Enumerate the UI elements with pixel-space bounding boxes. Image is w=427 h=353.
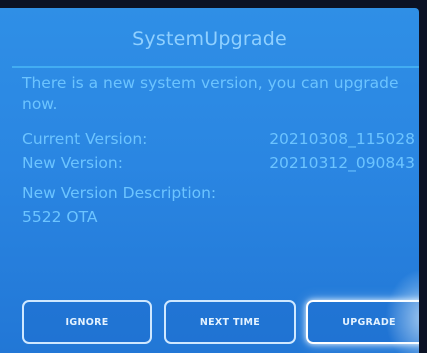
upgrade-message: There is a new system version, you can u… bbox=[22, 74, 399, 113]
current-version-label: Current Version: bbox=[22, 130, 148, 148]
new-version-description-value: 5522 OTA bbox=[22, 208, 98, 226]
new-version-label: New Version: bbox=[22, 154, 123, 172]
system-upgrade-dialog: SystemUpgrade There is a new system vers… bbox=[0, 8, 419, 353]
dialog-title: SystemUpgrade bbox=[132, 28, 287, 50]
next-time-button[interactable]: NEXT TIME bbox=[164, 300, 296, 344]
new-version-description-label: New Version Description: bbox=[22, 184, 217, 202]
title-divider bbox=[12, 66, 419, 68]
new-version-value: 20210312_090843 bbox=[269, 154, 415, 172]
current-version-value: 20210308_115028 bbox=[269, 130, 415, 148]
ignore-button[interactable]: IGNORE bbox=[22, 300, 152, 344]
device-bezel: SystemUpgrade There is a new system vers… bbox=[0, 0, 427, 353]
upgrade-button[interactable]: UPGRADE bbox=[306, 300, 419, 344]
